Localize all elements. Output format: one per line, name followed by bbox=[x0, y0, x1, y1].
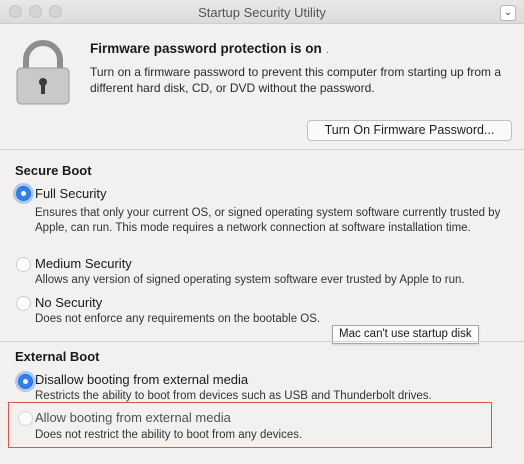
disallow-external-label[interactable]: Disallow booting from external media bbox=[35, 372, 248, 387]
no-security-label[interactable]: No Security bbox=[35, 295, 102, 310]
allow-external-label[interactable]: Allow booting from external media bbox=[35, 410, 231, 425]
firmware-heading-text: Firmware password protection is on bbox=[90, 41, 322, 56]
divider bbox=[0, 149, 524, 150]
medium-security-radio[interactable] bbox=[16, 257, 31, 272]
firmware-heading: Firmware password protection is on . bbox=[90, 41, 329, 56]
full-security-radio[interactable] bbox=[16, 186, 31, 201]
lock-icon bbox=[16, 40, 70, 105]
medium-security-label[interactable]: Medium Security bbox=[35, 256, 132, 271]
full-security-label[interactable]: Full Security bbox=[35, 186, 107, 201]
title-bar: Startup Security Utility ⌄ bbox=[0, 0, 524, 24]
full-security-description: Ensures that only your current OS, or si… bbox=[35, 207, 501, 234]
firmware-heading-suffix: . bbox=[325, 41, 330, 56]
secure-boot-title: Secure Boot bbox=[15, 163, 92, 178]
turn-on-firmware-password-button[interactable]: Turn On Firmware Password... bbox=[307, 120, 512, 141]
chevron-down-icon[interactable]: ⌄ bbox=[500, 5, 516, 21]
medium-security-description: Allows any version of signed operating s… bbox=[35, 274, 465, 286]
allow-external-description: Does not restrict the ability to boot fr… bbox=[35, 429, 303, 441]
firmware-description: Turn on a firmware password to prevent t… bbox=[90, 65, 502, 95]
divider bbox=[0, 341, 524, 342]
no-security-radio[interactable] bbox=[16, 296, 31, 311]
allow-external-radio[interactable] bbox=[18, 411, 33, 426]
window-title: Startup Security Utility bbox=[198, 5, 326, 20]
external-boot-title: External Boot bbox=[15, 349, 100, 364]
disallow-external-radio[interactable] bbox=[18, 374, 33, 389]
